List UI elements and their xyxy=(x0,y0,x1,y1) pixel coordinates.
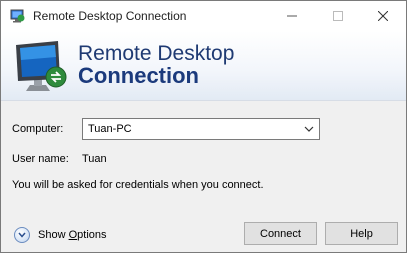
help-button[interactable]: Help xyxy=(325,222,398,245)
app-icon xyxy=(10,9,25,23)
minimize-button[interactable] xyxy=(269,1,315,31)
show-options-button[interactable]: Show Options xyxy=(14,226,107,243)
window-title: Remote Desktop Connection xyxy=(33,9,187,23)
show-options-label: Show Options xyxy=(38,228,107,241)
computer-label: Computer: xyxy=(12,123,64,135)
remote-desktop-monitor-icon xyxy=(16,41,67,91)
credentials-message: You will be asked for credentials when y… xyxy=(12,179,264,191)
computer-value: Tuan-PC xyxy=(88,123,132,135)
minimize-icon xyxy=(287,15,297,17)
title-bar[interactable]: Remote Desktop Connection xyxy=(1,1,406,31)
chevron-down-icon[interactable] xyxy=(301,121,317,137)
close-button[interactable] xyxy=(360,1,406,31)
maximize-icon xyxy=(333,11,343,21)
brand-title-line2: Connection xyxy=(78,63,199,88)
connection-form: Computer: Tuan-PC User name: Tuan You wi… xyxy=(1,101,406,204)
computer-combobox[interactable]: Tuan-PC xyxy=(82,118,320,140)
footer: Show Options Connect Help xyxy=(1,204,406,252)
user-name-value: Tuan xyxy=(82,153,107,165)
maximize-button[interactable] xyxy=(315,1,361,31)
expand-down-icon xyxy=(14,226,30,243)
connect-button[interactable]: Connect xyxy=(244,222,317,245)
close-icon xyxy=(378,11,388,21)
banner: Remote Desktop Connection xyxy=(1,31,406,101)
remote-desktop-window: Remote Desktop Connection Remote Desktop… xyxy=(0,0,407,253)
user-name-label: User name: xyxy=(12,153,69,165)
